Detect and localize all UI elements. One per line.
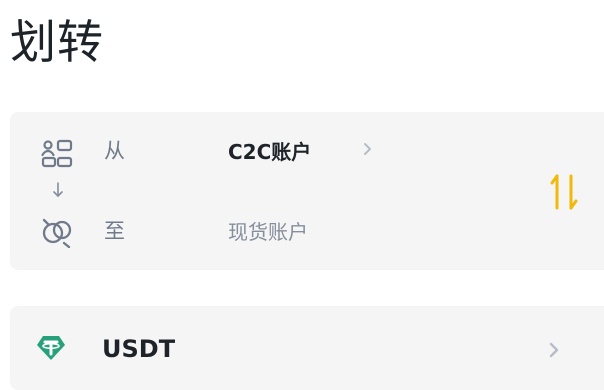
account-from-icon (41, 139, 73, 168)
coin-selector[interactable]: USDT (10, 306, 604, 390)
coin-name: USDT (102, 335, 176, 363)
to-label: 至 (104, 219, 125, 243)
chevron-right-icon[interactable] (362, 140, 374, 158)
from-account-selector[interactable]: C2C账户 (228, 139, 311, 165)
chevron-right-icon[interactable] (548, 341, 560, 359)
to-account-value: 现货账户 (228, 220, 308, 244)
account-to-icon (42, 218, 72, 248)
transfer-card: 从 至 C2C账户 现货账户 (10, 112, 604, 270)
swap-icon[interactable] (548, 172, 582, 212)
arrow-down-icon (53, 182, 63, 197)
usdt-icon (37, 336, 65, 360)
page-title: 划转 (10, 15, 104, 69)
from-label: 从 (104, 139, 125, 163)
